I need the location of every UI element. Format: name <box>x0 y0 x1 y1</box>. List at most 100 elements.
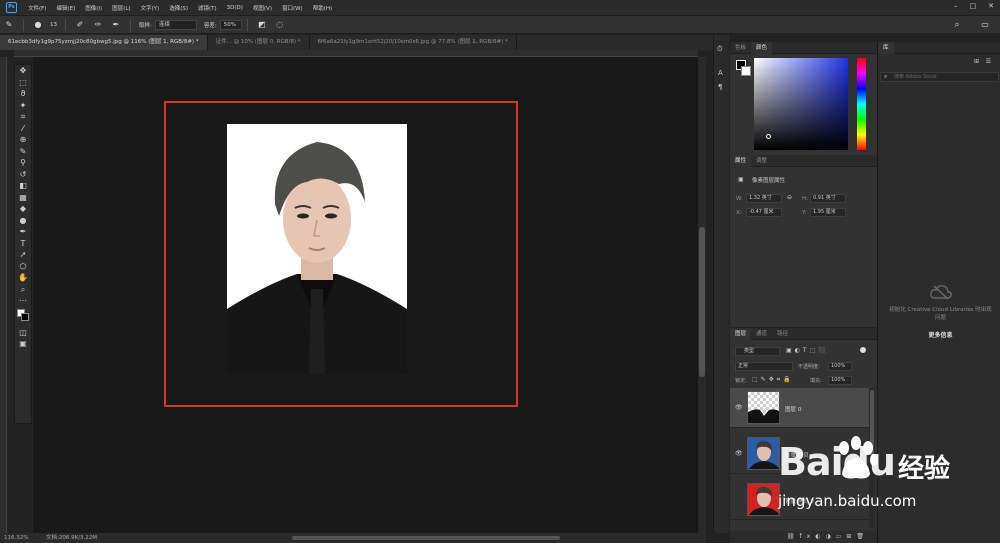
more-info-link[interactable]: 更多信息 <box>888 330 993 339</box>
menu-filter[interactable]: 滤镜(T) <box>193 4 222 12</box>
blur-tool-icon[interactable]: ◆ <box>15 203 31 215</box>
menu-image[interactable]: 图像(I) <box>80 4 107 12</box>
tab-adjustments[interactable]: 调整 <box>751 155 772 167</box>
maximize-icon[interactable]: □ <box>970 2 977 10</box>
background-color-swatch[interactable] <box>741 66 751 76</box>
filter-type-icons[interactable]: ▣◐T⬚⬛ <box>786 347 829 354</box>
hand-tool-icon[interactable]: ✋ <box>15 272 31 284</box>
brush-tool-icon[interactable]: ✎ <box>15 146 31 158</box>
tolerance-input[interactable]: 50% <box>219 19 242 30</box>
link-icon[interactable]: ⊖ <box>787 194 792 201</box>
properties-panel-tabs: 属性 调整 <box>730 154 877 167</box>
magic-wand-tool-icon[interactable]: ✦ <box>15 100 31 112</box>
visibility-eye-icon[interactable]: 👁 <box>735 404 743 411</box>
horizontal-scrollbar[interactable] <box>292 536 560 540</box>
lock-icons[interactable]: ⬚✎✥⌗🔒 <box>752 376 794 384</box>
tab-layers[interactable]: 图层 <box>730 327 752 340</box>
character-panel-icon[interactable]: A <box>718 69 723 77</box>
tab-libraries[interactable]: 库 <box>878 41 894 54</box>
paragraph-panel-icon[interactable]: ¶ <box>718 83 722 91</box>
sample-select[interactable]: 连续 <box>154 19 197 30</box>
pen-tool-icon[interactable]: ✒ <box>15 226 31 238</box>
shape-tool-icon[interactable]: ⬠ <box>15 261 31 273</box>
width-field[interactable]: 1.32 英寸 <box>746 194 782 203</box>
move-tool-icon[interactable]: ✥ <box>15 65 31 77</box>
screen-mode-icon[interactable]: ▣ <box>15 338 31 350</box>
search-icon[interactable]: ⌕ <box>951 19 963 31</box>
path-selection-icon[interactable]: ➚ <box>15 249 31 261</box>
hue-slider[interactable] <box>857 58 866 150</box>
x-field[interactable]: -0.47 厘米 <box>746 208 782 217</box>
quick-selection-tool-icon[interactable]: ✎ <box>3 19 15 31</box>
tab-channels[interactable]: 通道 <box>751 328 772 340</box>
width-label: W: <box>736 196 743 202</box>
divider <box>130 18 131 31</box>
opacity-input[interactable]: 100% <box>828 362 852 371</box>
subtract-selection-icon[interactable]: ✒ <box>110 19 122 31</box>
fill-input[interactable]: 100% <box>828 376 852 385</box>
filter-toggle-icon[interactable] <box>860 347 866 353</box>
tab-color[interactable]: 颜色 <box>751 41 773 54</box>
tab-properties[interactable]: 属性 <box>730 154 752 167</box>
refine-edge-icon[interactable]: ◌ <box>274 19 286 31</box>
menu-select[interactable]: 选择(S) <box>164 4 193 12</box>
layer-filter-select[interactable]: 类型 <box>735 347 780 356</box>
healing-brush-icon[interactable]: ⊕ <box>15 134 31 146</box>
marquee-tool-icon[interactable]: ⬚ <box>15 77 31 89</box>
photoshop-logo: Ps <box>6 2 17 13</box>
zoom-tool-icon[interactable]: ⌕ <box>15 284 31 296</box>
menu-type[interactable]: 文字(Y) <box>136 4 165 12</box>
menu-3d[interactable]: 3D(D) <box>222 5 248 11</box>
blend-mode-select[interactable]: 正常 <box>735 362 793 371</box>
document-tab[interactable]: 证件... @ 10% (图层 0, RGB/8) * <box>208 35 310 50</box>
menu-file[interactable]: 文件(F) <box>23 4 51 12</box>
history-brush-icon[interactable]: ↺ <box>15 169 31 181</box>
history-panel-icon[interactable]: ⏱ <box>717 45 722 54</box>
vertical-scrollbar[interactable] <box>698 57 706 533</box>
sample-all-layers-icon[interactable]: ◩ <box>256 19 268 31</box>
crop-tool-icon[interactable]: ⌗ <box>15 111 31 123</box>
minimize-icon[interactable]: – <box>954 2 958 10</box>
document-tab[interactable]: 6f6a6a21ly1g9m1xrh52j20j10sm0s6.jpg @ 77… <box>310 35 517 50</box>
y-field[interactable]: 1.95 厘米 <box>810 208 846 217</box>
scrollbar-thumb[interactable] <box>699 227 705 377</box>
eyedropper-tool-icon[interactable]: ⁄ <box>15 123 31 135</box>
canvas-area[interactable] <box>33 57 698 533</box>
dodge-tool-icon[interactable]: ● <box>15 215 31 227</box>
color-swatches-icon[interactable] <box>15 307 31 327</box>
tab-swatches[interactable]: 色板 <box>730 42 751 54</box>
eraser-tool-icon[interactable]: ◧ <box>15 180 31 192</box>
baidu-watermark: Baidu 经验 jingyan.baidu.com <box>778 436 1000 518</box>
tab-paths[interactable]: 路径 <box>772 328 793 340</box>
color-picker-marker[interactable] <box>766 134 771 139</box>
new-selection-icon[interactable]: ✐ <box>74 19 86 31</box>
gradient-tool-icon[interactable]: ▦ <box>15 192 31 204</box>
list-view-icon[interactable]: ☰ <box>986 58 991 65</box>
color-field[interactable] <box>754 58 848 150</box>
menu-window[interactable]: 窗口(W) <box>277 4 308 12</box>
quick-mask-icon[interactable]: ◫ <box>15 327 31 339</box>
add-selection-icon[interactable]: ✑ <box>92 19 104 31</box>
type-tool-icon[interactable]: T <box>15 238 31 250</box>
zoom-level[interactable]: 116.32% <box>4 533 28 543</box>
layers-footer-icons[interactable]: ⛓fx◐◑▭⊞🗑 <box>730 531 877 543</box>
visibility-eye-icon[interactable]: 👁 <box>735 450 743 457</box>
stock-search-input[interactable]: ⌕ 搜索 Adobe Stock <box>880 72 999 82</box>
more-tools-icon[interactable]: ⋯ <box>15 295 31 307</box>
lasso-tool-icon[interactable]: ϑ <box>15 88 31 100</box>
close-icon[interactable]: ✕ <box>988 2 994 10</box>
document-canvas[interactable] <box>164 101 518 407</box>
height-field[interactable]: 0.91 英寸 <box>810 194 846 203</box>
brush-size-icon[interactable]: ● <box>32 19 44 31</box>
layers-panel-tabs: 图层 通道 路径 <box>730 327 877 340</box>
layer-name[interactable]: 图层 0 <box>785 405 801 413</box>
menu-edit[interactable]: 编辑(E) <box>51 4 80 12</box>
grid-view-icon[interactable]: ⊞ <box>974 58 979 65</box>
menu-view[interactable]: 视图(V) <box>248 4 277 12</box>
workspace-icon[interactable]: ▭ <box>979 19 991 31</box>
menu-layer[interactable]: 图层(L) <box>107 4 135 12</box>
layer-row[interactable]: 👁 图层 0 <box>730 388 869 428</box>
clone-stamp-icon[interactable]: ⚲ <box>15 157 31 169</box>
menu-help[interactable]: 帮助(H) <box>308 4 337 12</box>
document-tab-active[interactable]: 61ecbb3dfy1g9p75yzmjj20c80gbwg5.jpg @ 11… <box>0 35 208 50</box>
